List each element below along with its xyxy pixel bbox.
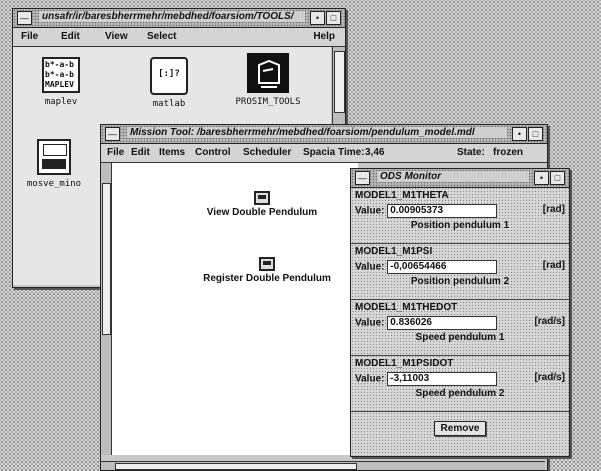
menu-scheduler[interactable]: Scheduler bbox=[243, 147, 291, 158]
value-field[interactable]: -0,00654466 bbox=[387, 260, 498, 274]
variable-description: Position pendulum 2 bbox=[410, 276, 510, 287]
state-value: frozen bbox=[493, 147, 523, 158]
maplev-file-icon[interactable]: b*-a-b b*-a-b MAPLEV maplev bbox=[31, 57, 91, 107]
variable-description: Speed pendulum 2 bbox=[415, 388, 505, 399]
menu-items[interactable]: Items bbox=[159, 147, 185, 158]
mission-menubar: File Edit Items Control Scheduler Spacia… bbox=[101, 144, 547, 163]
value-row: Value: 0.836026 [rad/s] bbox=[355, 316, 565, 330]
window-menu-icon[interactable]: — bbox=[355, 171, 370, 185]
mosve-mino-graphic bbox=[37, 139, 71, 175]
pendulum-register-icon bbox=[259, 257, 275, 271]
view-double-pendulum-item[interactable]: View Double Pendulum bbox=[182, 191, 342, 218]
ods-monitor-titlebar[interactable]: — ODS Monitor • □ bbox=[351, 169, 569, 188]
pendulum-monitor-icon bbox=[254, 191, 270, 205]
scroll-thumb[interactable] bbox=[102, 183, 111, 335]
scroll-thumb[interactable] bbox=[334, 51, 345, 113]
tools-window-title: unsafr/ir/baresbherrmehr/mebdhed/foarsio… bbox=[39, 11, 305, 22]
ods-monitor-title: ODS Monitor bbox=[377, 171, 529, 182]
mission-canvas: View Double Pendulum Register Double Pen… bbox=[112, 163, 358, 455]
register-double-pendulum-item[interactable]: Register Double Pendulum bbox=[172, 257, 362, 284]
menu-control[interactable]: Control bbox=[195, 147, 231, 158]
mosve-mino-label: mosve_mino bbox=[26, 179, 82, 189]
maximize-icon[interactable]: □ bbox=[550, 171, 565, 185]
maximize-icon[interactable]: □ bbox=[326, 11, 341, 25]
tools-box-icon bbox=[258, 59, 280, 88]
menu-edit[interactable]: Edit bbox=[61, 31, 80, 42]
prosim-tools-icon[interactable]: PROSIM_TOOLS bbox=[225, 53, 311, 107]
matlab-file-icon[interactable]: [:]? matlab bbox=[139, 57, 199, 109]
value-label: Value: bbox=[355, 205, 385, 217]
remove-button-row: Remove bbox=[351, 412, 569, 436]
value-field[interactable]: 0.836026 bbox=[387, 316, 498, 330]
variable-description: Position pendulum 1 bbox=[410, 220, 510, 231]
variable-name: MODEL1_M1THETA bbox=[355, 190, 449, 201]
variable-panel-m1psidot: MODEL1_M1PSIDOT Value: -3,11003 [rad/s] … bbox=[351, 356, 569, 412]
menu-select[interactable]: Select bbox=[147, 31, 176, 42]
window-menu-icon[interactable]: — bbox=[17, 11, 32, 25]
menu-file[interactable]: File bbox=[21, 31, 38, 42]
spacia-time-value: 3,46 bbox=[365, 147, 385, 158]
minimize-icon[interactable]: • bbox=[534, 171, 549, 185]
maplev-icon: b*-a-b b*-a-b MAPLEV bbox=[42, 57, 80, 93]
spacia-time-label: Spacia Time: bbox=[303, 147, 365, 158]
scroll-thumb[interactable] bbox=[115, 463, 357, 470]
variable-description: Speed pendulum 1 bbox=[415, 332, 505, 343]
view-double-pendulum-label: View Double Pendulum bbox=[206, 207, 318, 218]
variable-panel-m1theta: MODEL1_M1THETA Value: 0.00905373 [rad] P… bbox=[351, 188, 569, 244]
value-label: Value: bbox=[355, 373, 385, 385]
prosim-tools-graphic bbox=[247, 53, 289, 93]
mosve-mino-icon[interactable]: mosve_mino bbox=[19, 139, 89, 189]
tools-menubar: File Edit View Select Help bbox=[13, 28, 345, 47]
unit-label: [rad/s] bbox=[534, 372, 565, 383]
register-double-pendulum-label: Register Double Pendulum bbox=[203, 273, 331, 284]
menu-view[interactable]: View bbox=[105, 31, 128, 42]
value-row: Value: -3,11003 [rad/s] bbox=[355, 372, 565, 386]
unit-label: [rad] bbox=[542, 204, 565, 215]
minimize-icon[interactable]: • bbox=[310, 11, 325, 25]
mission-window-titlebar[interactable]: — Mission Tool: /baresbherrmehr/mebdhed/… bbox=[101, 125, 547, 144]
unit-label: [rad/s] bbox=[534, 316, 565, 327]
maximize-icon[interactable]: □ bbox=[528, 127, 543, 141]
unit-label: [rad] bbox=[542, 260, 565, 271]
value-row: Value: 0.00905373 [rad] bbox=[355, 204, 565, 218]
menu-edit[interactable]: Edit bbox=[131, 147, 150, 158]
value-label: Value: bbox=[355, 317, 385, 329]
value-field[interactable]: -3,11003 bbox=[387, 372, 498, 386]
variable-name: MODEL1_M1THEDOT bbox=[355, 302, 458, 313]
state-label: State: bbox=[457, 147, 485, 158]
variable-name: MODEL1_M1PSI bbox=[355, 246, 433, 257]
mission-window-title: Mission Tool: /baresbherrmehr/mebdhed/fo… bbox=[127, 127, 507, 138]
variable-name: MODEL1_M1PSIDOT bbox=[355, 358, 454, 369]
maplev-label: maplev bbox=[44, 97, 78, 107]
mission-horizontal-scrollbar[interactable] bbox=[101, 461, 545, 470]
minimize-icon[interactable]: • bbox=[512, 127, 527, 141]
remove-button[interactable]: Remove bbox=[433, 421, 487, 436]
value-label: Value: bbox=[355, 261, 385, 273]
variable-panel-m1psi: MODEL1_M1PSI Value: -0,00654466 [rad] Po… bbox=[351, 244, 569, 300]
value-field[interactable]: 0.00905373 bbox=[387, 204, 498, 218]
value-row: Value: -0,00654466 [rad] bbox=[355, 260, 565, 274]
window-menu-icon[interactable]: — bbox=[105, 127, 120, 141]
prosim-tools-label: PROSIM_TOOLS bbox=[235, 97, 301, 107]
menu-file[interactable]: File bbox=[107, 147, 124, 158]
mission-vertical-scrollbar[interactable] bbox=[101, 163, 112, 455]
variable-panel-m1thedot: MODEL1_M1THEDOT Value: 0.836026 [rad/s] … bbox=[351, 300, 569, 356]
tools-window-titlebar[interactable]: — unsafr/ir/baresbherrmehr/mebdhed/foars… bbox=[13, 9, 345, 28]
matlab-icon: [:]? bbox=[150, 57, 188, 95]
ods-monitor-window: — ODS Monitor • □ MODEL1_M1THETA Value: … bbox=[350, 168, 570, 457]
matlab-label: matlab bbox=[152, 99, 186, 109]
menu-help[interactable]: Help bbox=[313, 31, 335, 42]
